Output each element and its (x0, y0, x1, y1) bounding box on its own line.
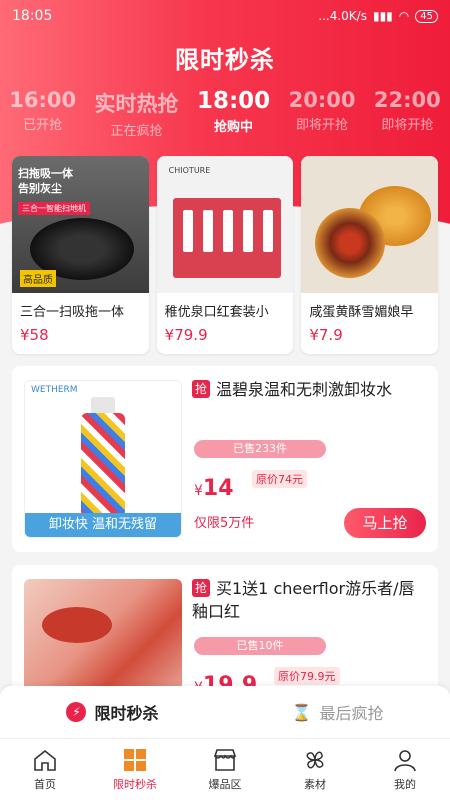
brand-label: CHIOTURE (168, 166, 211, 175)
grab-badge: 抢 (192, 579, 210, 597)
image-badge: 三合一智能扫地机 (18, 202, 90, 215)
featured-cards: 扫拖吸一体 告别灰尘 三合一智能扫地机 高品质 三合一扫吸拖一体 ¥58 CHI… (12, 156, 439, 354)
quality-badge: 高品质 (20, 270, 56, 287)
lips-image (42, 607, 112, 643)
buy-now-button[interactable]: 马上抢 (344, 508, 426, 538)
featured-card-vacuum[interactable]: 扫拖吸一体 告别灰尘 三合一智能扫地机 高品质 三合一扫吸拖一体 ¥58 (12, 156, 149, 354)
lipstick (262, 210, 273, 252)
item-title: 抢买1送1 cheerflor游乐者/唇釉口红 (192, 577, 426, 623)
tab-label: 限时秒杀 (94, 704, 159, 723)
status-icons: ...4.0K/s ▮▮▮ ◠ 45 (318, 9, 438, 23)
time-tab-status: 即将开抢 (381, 118, 434, 133)
bolt-icon: ⚡ (66, 702, 87, 722)
list-item[interactable]: WETHERM 卸妆快 温和无残留 抢温碧泉温和无刺激卸妆水 已售233件 ¥1… (12, 366, 438, 552)
item-title-text: 买1送1 cheerflor游乐者/唇釉口红 (192, 579, 415, 621)
product-name: 咸蛋黄酥雪媚娘早 (309, 305, 414, 320)
time-tab-time: 22:00 (373, 88, 441, 112)
nav-profile[interactable]: 我的 (360, 739, 450, 800)
pinwheel-icon (306, 751, 324, 768)
battery-icon: 45 (415, 9, 438, 23)
nav-label: 我的 (394, 777, 416, 791)
time-tab-time: 实时热抢 (94, 92, 179, 116)
time-tab-status: 抢购中 (214, 120, 254, 135)
product-price: ¥7.9 (309, 326, 343, 344)
home-icon (34, 749, 56, 771)
product-price: ¥79.9 (164, 326, 208, 344)
product-price: ¥58 (20, 326, 49, 344)
product-image: CHIOTURE (156, 156, 294, 293)
tab-flash-sale[interactable]: ⚡ 限时秒杀 (0, 686, 225, 738)
featured-card-lipstick[interactable]: CHIOTURE 稚优泉口红套装小 ¥79.9 (156, 156, 294, 354)
pastry-cut (315, 208, 386, 278)
grab-badge: 抢 (192, 380, 210, 398)
product-name: 三合一扫吸拖一体 (20, 305, 125, 320)
lipstick (182, 210, 193, 252)
image-caption: 扫拖吸一体 告别灰尘 (18, 167, 73, 195)
featured-card-pastry[interactable]: 咸蛋黄酥雪媚娘早 ¥7.9 (301, 156, 439, 354)
time-tab-1600[interactable]: 16:00 已开抢 (9, 88, 76, 139)
product-thumbnail: WETHERM 卸妆快 温和无残留 (24, 380, 182, 538)
time-tab-time: 16:00 (9, 88, 77, 112)
grid-icon (124, 748, 146, 771)
wifi-icon: ◠ (398, 9, 410, 23)
time-tab-time: 18:00 (196, 88, 271, 114)
bottle-image (81, 413, 125, 517)
signal-icon: ▮▮▮ (372, 9, 393, 23)
nav-hot-products[interactable]: 爆品区 (180, 739, 270, 800)
status-bar: 18:05 ...4.0K/s ▮▮▮ ◠ 45 (0, 0, 450, 32)
time-tab-status: 即将开抢 (296, 118, 349, 133)
hourglass-icon: ⌛ (291, 702, 312, 722)
time-tab-2200[interactable]: 22:00 即将开抢 (374, 88, 441, 139)
nav-materials[interactable]: 素材 (270, 739, 360, 800)
nav-label: 素材 (304, 777, 326, 791)
thumbnail-caption: 卸妆快 温和无残留 (25, 513, 181, 537)
lipstick (242, 210, 253, 252)
network-speed: ...4.0K/s (318, 9, 367, 23)
bottom-nav: 首页 限时秒杀 爆品区 素材 我的 (0, 738, 450, 800)
sold-count: 已售233件 (194, 440, 326, 458)
nav-label: 首页 (34, 777, 56, 791)
sub-tab-bar: ⚡ 限时秒杀 ⌛ 最后疯抢 (0, 686, 450, 738)
limit-text: 仅限5万件 (194, 516, 255, 531)
time-tab-2000[interactable]: 20:00 即将开抢 (289, 88, 356, 139)
tab-label: 最后疯抢 (319, 704, 384, 723)
original-price: 原价74元 (252, 470, 307, 488)
tab-last-rush[interactable]: ⌛ 最后疯抢 (225, 686, 450, 738)
current-price: ¥14 (194, 476, 234, 501)
item-title-text: 温碧泉温和无刺激卸妆水 (216, 380, 393, 399)
nav-label: 限时秒杀 (113, 777, 157, 791)
status-time: 18:05 (12, 8, 53, 24)
user-icon (394, 749, 416, 771)
time-tab-status: 正在疯抢 (110, 124, 163, 139)
product-name: 稚优泉口红套装小 (164, 305, 269, 320)
item-title: 抢温碧泉温和无刺激卸妆水 (192, 378, 426, 401)
sold-count: 已售10件 (194, 637, 326, 655)
product-image (301, 156, 439, 293)
time-tab-time: 20:00 (288, 88, 356, 112)
nav-flash-sale[interactable]: 限时秒杀 (90, 739, 180, 800)
time-tab-hot[interactable]: 实时热抢 正在疯抢 (95, 88, 179, 139)
page-title: 限时秒杀 (175, 46, 275, 74)
time-tab-status: 已开抢 (23, 118, 63, 133)
lipstick (202, 210, 213, 252)
product-image: 扫拖吸一体 告别灰尘 三合一智能扫地机 高品质 (12, 156, 149, 293)
brand-label: WETHERM (31, 385, 78, 395)
original-price: 原价79.9元 (274, 667, 340, 685)
lipstick (222, 210, 233, 252)
nav-home[interactable]: 首页 (0, 739, 90, 800)
nav-label: 爆品区 (208, 777, 242, 791)
time-tab-1800[interactable]: 18:00 抢购中 (197, 88, 270, 139)
store-icon (213, 748, 237, 771)
list-item[interactable]: CHEERFLOR 抢买1送1 cheerflor游乐者/唇釉口红 已售10件 … (12, 565, 438, 737)
time-slot-bar: 16:00 已开抢 实时热抢 正在疯抢 18:00 抢购中 20:00 即将开抢… (0, 88, 450, 139)
